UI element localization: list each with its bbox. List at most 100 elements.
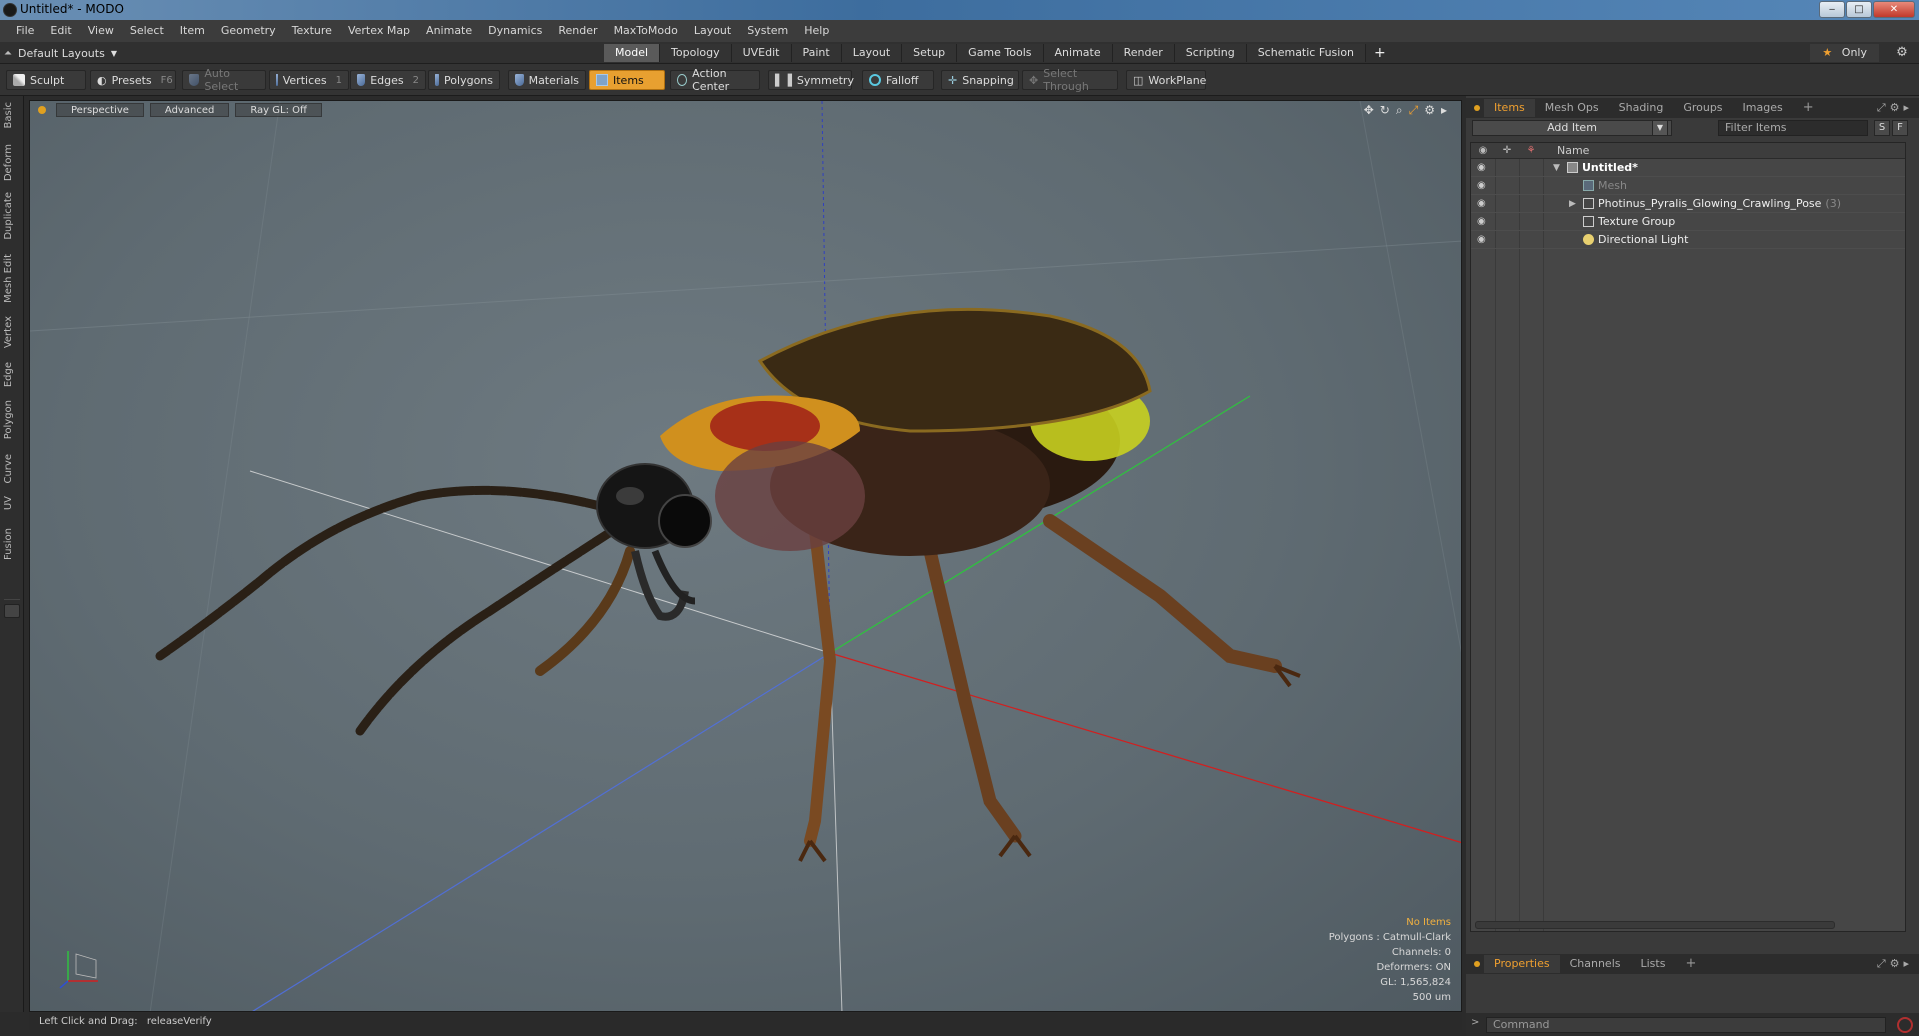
vtab-duplicate[interactable]: Duplicate [3, 192, 21, 240]
menu-animate[interactable]: Animate [418, 20, 480, 42]
command-input[interactable]: Command [1486, 1017, 1886, 1033]
workplane-button[interactable]: ◫ WorkPlane [1126, 70, 1206, 90]
lock-column-icon[interactable]: ✛ [1495, 143, 1519, 158]
tab-paint[interactable]: Paint [791, 44, 842, 62]
tree-row-mesh[interactable]: ◉ Mesh [1471, 177, 1905, 195]
items-button[interactable]: Items [589, 70, 665, 90]
vtab-edge[interactable]: Edge [3, 362, 21, 387]
3d-viewport[interactable]: Perspective Advanced Ray GL: Off ✥ ↻ ⌕ ⤢… [29, 100, 1462, 1012]
tab-items[interactable]: Items [1484, 99, 1535, 117]
materials-button[interactable]: Materials [508, 70, 586, 90]
tab-uvedit[interactable]: UVEdit [731, 44, 792, 62]
menu-select[interactable]: Select [122, 20, 172, 42]
eye-icon[interactable]: ◉ [1477, 162, 1489, 174]
vtab-deform[interactable]: Deform [3, 144, 21, 181]
symmetry-button[interactable]: ▌▐ Symmetry [768, 70, 854, 90]
tab-channels[interactable]: Channels [1560, 955, 1631, 973]
add-item-chevron-down-icon[interactable]: ▼ [1652, 120, 1668, 136]
snapping-button[interactable]: ✛ Snapping [941, 70, 1019, 90]
tab-model[interactable]: Model [604, 44, 661, 62]
close-button[interactable]: ✕ [1873, 1, 1915, 18]
tab-mesh-ops[interactable]: Mesh Ops [1535, 99, 1609, 117]
menu-file[interactable]: File [8, 20, 42, 42]
tree-row-directional-light[interactable]: ◉ Directional Light [1471, 231, 1905, 249]
action-center-button[interactable]: Action Center [670, 67, 760, 93]
strip-toggle-button[interactable] [4, 604, 20, 618]
eye-icon[interactable]: ◉ [1477, 216, 1489, 228]
vtab-mesh-edit[interactable]: Mesh Edit [3, 254, 21, 303]
gear-icon[interactable]: ⚙ [1893, 44, 1911, 62]
only-button[interactable]: ★ Only [1810, 44, 1879, 62]
add-panel-tab-button[interactable]: + [1793, 99, 1824, 117]
add-item-button[interactable]: Add Item [1472, 120, 1672, 136]
viewport-menu-arrow-icon[interactable]: ▸ [1441, 103, 1447, 118]
view-type-dropdown[interactable]: Perspective [56, 103, 144, 117]
add-tab-button[interactable]: + [1366, 44, 1394, 62]
tab-game-tools[interactable]: Game Tools [957, 44, 1044, 62]
properties-tools-icons[interactable]: ⤢⚙▸ [1877, 957, 1913, 971]
menu-dynamics[interactable]: Dynamics [480, 20, 550, 42]
auto-select-button[interactable]: Auto Select [182, 67, 266, 93]
sculpt-button[interactable]: Sculpt [6, 70, 86, 90]
falloff-button[interactable]: Falloff [862, 70, 934, 90]
polygons-button[interactable]: Polygons [428, 70, 500, 90]
panel-tools-icons[interactable]: ⤢⚙▸ [1877, 101, 1913, 115]
vtab-basic[interactable]: Basic [3, 102, 21, 128]
eye-icon[interactable]: ◉ [1477, 234, 1489, 246]
menu-geometry[interactable]: Geometry [213, 20, 284, 42]
viewport-gear-icon[interactable]: ⚙ [1424, 103, 1435, 118]
name-column-header[interactable]: Name [1557, 143, 1589, 159]
shading-mode-dropdown[interactable]: Advanced [149, 103, 230, 117]
vtab-fusion[interactable]: Fusion [3, 528, 21, 560]
tab-lists[interactable]: Lists [1631, 955, 1676, 973]
f-toggle-button[interactable]: F [1892, 120, 1908, 136]
tab-topology[interactable]: Topology [660, 44, 732, 62]
tab-scripting[interactable]: Scripting [1174, 44, 1247, 62]
expand-toggle-icon[interactable]: ▼ [1553, 161, 1560, 175]
vtab-vertex[interactable]: Vertex [3, 316, 21, 348]
menu-help[interactable]: Help [796, 20, 837, 42]
layout-selector[interactable]: ⏶ Default Layouts ▼ [4, 45, 117, 61]
tab-shading[interactable]: Shading [1609, 99, 1674, 117]
rotate-icon[interactable]: ↻ [1380, 103, 1390, 118]
vtab-curve[interactable]: Curve [3, 454, 21, 484]
raygl-toggle[interactable]: Ray GL: Off [235, 103, 322, 117]
stop-icon[interactable] [1897, 1017, 1913, 1033]
tab-render[interactable]: Render [1112, 44, 1175, 62]
tab-animate[interactable]: Animate [1043, 44, 1113, 62]
menu-maxtomodo[interactable]: MaxToModo [606, 20, 686, 42]
tab-layout[interactable]: Layout [841, 44, 903, 62]
tree-horizontal-scrollbar[interactable] [1475, 921, 1835, 929]
tab-images[interactable]: Images [1733, 99, 1793, 117]
vtab-polygon[interactable]: Polygon [3, 400, 21, 439]
zoom-icon[interactable]: ⌕ [1396, 103, 1403, 118]
pan-icon[interactable]: ✥ [1364, 103, 1374, 118]
fit-icon[interactable]: ⤢ [1409, 103, 1419, 118]
maximize-button[interactable]: □ [1846, 1, 1872, 18]
eye-icon[interactable]: ◉ [1477, 180, 1489, 192]
expand-toggle-icon[interactable]: ▶ [1569, 197, 1576, 211]
filter-items-input[interactable]: Filter Items [1718, 120, 1868, 136]
select-through-button[interactable]: ✥ Select Through [1022, 67, 1118, 93]
menu-vertex-map[interactable]: Vertex Map [340, 20, 418, 42]
menu-texture[interactable]: Texture [284, 20, 340, 42]
menu-edit[interactable]: Edit [42, 20, 79, 42]
menu-system[interactable]: System [739, 20, 796, 42]
vtab-uv[interactable]: UV [3, 496, 21, 510]
menu-render[interactable]: Render [550, 20, 605, 42]
tab-groups[interactable]: Groups [1673, 99, 1732, 117]
eye-icon[interactable]: ◉ [1477, 198, 1489, 210]
tab-schematic-fusion[interactable]: Schematic Fusion [1246, 44, 1367, 62]
s-toggle-button[interactable]: S [1874, 120, 1890, 136]
edges-button[interactable]: Edges 2 [350, 70, 426, 90]
menu-item[interactable]: Item [172, 20, 213, 42]
tab-properties[interactable]: Properties [1484, 955, 1560, 973]
visibility-column-eye-icon[interactable]: ◉ [1471, 143, 1495, 158]
tree-row-texture-group[interactable]: ◉ Texture Group [1471, 213, 1905, 231]
menu-view[interactable]: View [80, 20, 122, 42]
render-column-icon[interactable]: ⚘ [1519, 143, 1543, 158]
tree-row-untitled[interactable]: ◉ ▼ Untitled* [1471, 159, 1905, 177]
presets-button[interactable]: ◐ Presets F6 [90, 70, 176, 90]
menu-layout[interactable]: Layout [686, 20, 739, 42]
minimize-button[interactable]: ‒ [1819, 1, 1845, 18]
